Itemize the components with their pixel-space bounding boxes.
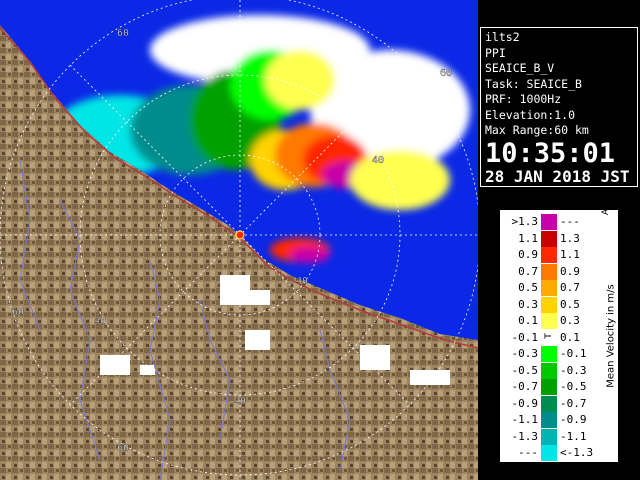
legend-high-value: 0.3: [518, 297, 538, 311]
legend-unit: A Mean Velocity in m/s T: [544, 208, 618, 462]
legend-low-value: 0.3: [560, 314, 580, 327]
legend-color-swatch: [541, 362, 557, 379]
task-label: Task: SEAICE_B: [485, 76, 582, 91]
scan-date: 28 JAN 2018 JST: [485, 166, 630, 186]
scan-mode: PPI: [485, 45, 506, 60]
legend-high-value: -1.3: [511, 429, 539, 443]
legend-bottom-mark: T: [544, 333, 554, 339]
prf-label: PRF: 1000Hz: [485, 92, 562, 106]
legend-low-value: 0.5: [560, 297, 580, 311]
legend-row: 0.1 0.3: [500, 313, 618, 329]
legend-low-value: -0.3: [560, 363, 587, 377]
legend-high-value: -0.5: [511, 363, 539, 377]
legend-color-swatch: [541, 230, 557, 247]
legend-low-value: 0.7: [560, 281, 580, 294]
ring-label: 60: [440, 68, 452, 79]
legend-high-value: ---: [518, 446, 538, 459]
legend-color-swatch: [541, 379, 557, 395]
legend-low-value: 1.1: [560, 248, 580, 261]
legend-color-swatch: [541, 263, 557, 280]
legend-low-value: ---: [560, 215, 580, 228]
legend-high-value: 0.9: [518, 248, 538, 261]
legend-row: --- <-1.3: [500, 445, 618, 461]
ring-label: 60: [12, 307, 24, 318]
legend-color-swatch: [541, 280, 557, 296]
legend-row: -0.7 -0.5: [500, 379, 618, 395]
legend-row: 0.5 0.7: [500, 280, 618, 296]
legend-row: -0.3 -0.1: [500, 346, 618, 362]
legend-color-swatch: [541, 247, 557, 263]
legend-high-value: 1.1: [518, 231, 538, 245]
legend-color-swatch: [541, 296, 557, 313]
elevation-label: Elevation:1.0: [485, 107, 576, 122]
legend-top-mark: A: [601, 208, 611, 216]
legend-row: -0.5 -0.3: [500, 362, 618, 379]
legend-high-value: -0.3: [511, 347, 539, 360]
legend-high-value: -1.1: [511, 413, 539, 426]
radar-site-marker: [235, 230, 245, 240]
legend-row: 0.9 1.1: [500, 247, 618, 263]
scan-name: SEAICE_B_V: [485, 61, 555, 75]
radar-ppi-display[interactable]: 60 60 40 40 40 60 40 60: [0, 0, 478, 480]
max-range-label: Max Range:60 km: [485, 123, 589, 137]
legend-high-value: -0.9: [511, 396, 539, 410]
ring-label: 60: [117, 28, 129, 39]
legend-low-value: <-1.3: [560, 446, 594, 459]
legend-row: 0.3 0.5: [500, 296, 618, 313]
legend-high-value: -0.7: [511, 380, 539, 393]
legend-row: -1.3 -1.1: [500, 428, 618, 445]
legend-row: -1.1 -0.9: [500, 412, 618, 428]
legend-color-swatch: [541, 428, 557, 445]
legend-color-swatch: [541, 445, 557, 461]
scan-info-panel: ilts2 PPI SEAICE_B_V Task: SEAICE_B PRF:…: [480, 27, 638, 187]
legend-high-value: 0.1: [518, 314, 538, 327]
legend-low-value: -0.7: [560, 396, 587, 410]
legend-color-swatch: [541, 313, 557, 329]
legend-high-value: 0.5: [518, 281, 538, 294]
legend-row: -0.9 -0.7: [500, 395, 618, 412]
legend-high-value: -0.1: [511, 330, 539, 344]
legend-color-swatch: [541, 412, 557, 428]
ring-label: 40: [296, 276, 308, 287]
legend-color-swatch: [541, 214, 557, 230]
legend-low-value: 1.3: [560, 231, 580, 245]
legend-color-swatch: [541, 395, 557, 412]
velocity-color-legend: >1.3 --- 1.1 1.3 0.9 1.1 0.7 0.9 0.5 0.7 0.3 0.5 0.1…: [498, 208, 620, 464]
station-name: ilts2: [485, 30, 520, 44]
legend-high-value: 0.7: [518, 264, 538, 278]
legend-low-value: -0.1: [560, 347, 587, 360]
legend-row: 1.1 1.3: [500, 230, 618, 247]
legend-low-value: 0.9: [560, 264, 580, 278]
legend-low-value: -0.5: [560, 380, 587, 393]
legend-row: >1.3 ---: [500, 214, 618, 230]
legend-color-swatch: [541, 346, 557, 362]
ring-label: 60: [117, 443, 129, 454]
legend-row: 0.7 0.9: [500, 263, 618, 280]
ring-label: 40: [94, 316, 106, 327]
ring-label: 40: [234, 396, 246, 407]
ring-label: 40: [372, 155, 384, 166]
scan-time: 10:35:01: [485, 137, 616, 169]
legend-high-value: >1.3: [511, 215, 539, 228]
legend-low-value: -0.9: [560, 413, 587, 426]
legend-low-value: -1.1: [560, 429, 587, 443]
